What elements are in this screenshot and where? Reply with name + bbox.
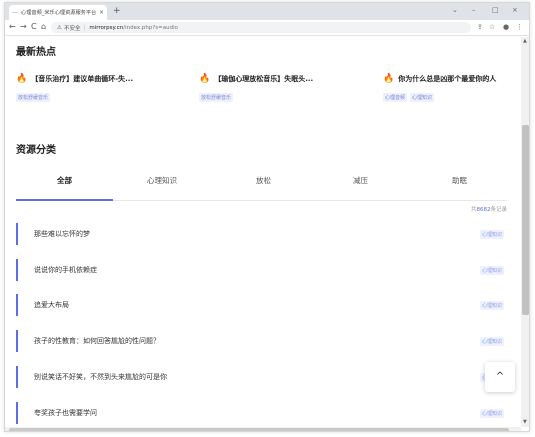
flame-icon: 🔥 xyxy=(199,74,211,84)
list-item-title[interactable]: 那些难以忘怀的梦 xyxy=(34,229,90,239)
hot-item-title[interactable]: 【音乐治疗】建议单曲循环-失... xyxy=(31,74,133,84)
list-item[interactable]: 别说笑话不好笑，不然到头来尴尬的可是你 心理知识 xyxy=(16,366,506,388)
list-item-tag[interactable]: 心理知识 xyxy=(479,337,504,346)
profile-icon[interactable]: ● xyxy=(503,23,509,31)
record-count-suffix: 条记录 xyxy=(490,207,507,213)
new-tab-button[interactable]: + xyxy=(113,6,121,16)
share-icon[interactable]: ⇪ xyxy=(477,23,483,31)
list-item-tag[interactable]: 心理知识 xyxy=(479,409,504,418)
list-item[interactable]: 那些难以忘怀的梦 心理知识 xyxy=(16,223,506,245)
list-item-accent xyxy=(16,294,18,316)
tab-stress-relief[interactable]: 减压 xyxy=(353,175,368,186)
scroll-down-arrow-icon[interactable]: ▼ xyxy=(523,419,527,425)
horizontal-scrollbar[interactable] xyxy=(5,427,521,431)
back-button[interactable]: ← xyxy=(9,22,16,32)
list-item-title[interactable]: 追爱大布局 xyxy=(34,300,69,310)
address-toolbar: ← → C ⌂ ⚠ 不安全 | mirrorpsy.cn /index.php?… xyxy=(5,20,529,36)
list-item-title[interactable]: 孩子的性教育：如何回答尴尬的性问题？ xyxy=(34,336,160,346)
tab-relax[interactable]: 放松 xyxy=(256,175,271,186)
browser-window: — 心理音频_米乐心理资源服务平台 × + ⌄ – □ × ← → C ⌂ ⚠ … xyxy=(4,2,530,432)
scroll-up-arrow-icon[interactable]: ▲ xyxy=(523,38,527,44)
back-to-top-button[interactable]: ^ xyxy=(485,362,515,392)
chevron-up-icon: ^ xyxy=(495,371,505,382)
hot-item[interactable]: 🔥 你为什么总是凶那个最爱你的人 心理音频 心理知识 xyxy=(383,74,496,102)
browser-tab[interactable]: — 心理音频_米乐心理资源服务平台 × xyxy=(9,5,107,20)
url-host: mirrorpsy.cn xyxy=(89,24,124,31)
list-item-title[interactable]: 说说你的手机依赖症 xyxy=(34,265,97,275)
maximize-button[interactable]: □ xyxy=(492,6,499,14)
tab-title: 心理音频_米乐心理资源服务平台 xyxy=(21,10,97,16)
list-item-accent xyxy=(16,330,18,352)
horizontal-scrollbar-thumb[interactable] xyxy=(9,428,509,431)
separator: | xyxy=(83,24,86,31)
list-item-tag[interactable]: 心理知识 xyxy=(479,301,504,310)
tab-bar: — 心理音频_米乐心理资源服务平台 × + ⌄ – □ × xyxy=(5,3,529,20)
chevron-down-icon[interactable]: ⌄ xyxy=(452,6,458,14)
record-count: 共8682条记录 xyxy=(471,205,507,213)
hot-item-title[interactable]: 你为什么总是凶那个最爱你的人 xyxy=(398,74,496,84)
scrollbar-thumb[interactable] xyxy=(522,125,529,315)
tab-sleep[interactable]: 助眠 xyxy=(452,175,467,186)
list-item-tag[interactable]: 心理知识 xyxy=(479,230,504,239)
list-item-title[interactable]: 夸奖孩子也需要学问 xyxy=(34,408,97,418)
list-item[interactable]: 说说你的手机依赖症 心理知识 xyxy=(16,259,506,281)
menu-icon[interactable]: ⋮ xyxy=(516,23,523,31)
tab-psych-knowledge[interactable]: 心理知识 xyxy=(147,175,177,186)
list-item-tag[interactable]: 心理知识 xyxy=(479,266,504,275)
list-item-accent xyxy=(16,223,18,245)
hot-item-title[interactable]: 【瑜伽心理放松音乐】失眠头... xyxy=(214,74,313,84)
list-item[interactable]: 追爱大布局 心理知识 xyxy=(16,294,506,316)
forward-button[interactable]: → xyxy=(20,22,27,32)
record-count-number: 8682 xyxy=(476,207,491,213)
flame-icon: 🔥 xyxy=(383,74,395,84)
security-label: 不安全 xyxy=(63,25,81,32)
hot-item[interactable]: 🔥 【瑜伽心理放松音乐】失眠头... 放松舒缓音乐 xyxy=(199,74,313,102)
hot-item-tag[interactable]: 心理音频 xyxy=(383,93,408,102)
hot-section-title: 最新热点 xyxy=(16,47,56,58)
resources-section-title: 资源分类 xyxy=(16,145,56,156)
reload-button[interactable]: C xyxy=(31,22,37,32)
vertical-scrollbar[interactable]: ▲ ▼ xyxy=(521,37,529,427)
favicon-icon: — xyxy=(12,8,18,16)
list-item[interactable]: 夸奖孩子也需要学问 心理知识 xyxy=(16,402,506,424)
not-secure-icon: ⚠ xyxy=(57,24,62,31)
list-item-accent xyxy=(16,366,18,388)
address-bar[interactable]: ⚠ 不安全 | mirrorpsy.cn /index.php?s=audio xyxy=(51,22,471,33)
category-tabs: 全部 心理知识 放松 减压 助眠 xyxy=(16,167,507,201)
list-item-accent xyxy=(16,402,18,424)
tab-all[interactable]: 全部 xyxy=(57,175,72,186)
list-item-accent xyxy=(16,259,18,281)
list-item-title[interactable]: 别说笑话不好笑，不然到头来尴尬的可是你 xyxy=(34,372,167,382)
close-window-button[interactable]: × xyxy=(512,6,518,14)
hot-item-tag[interactable]: 心理知识 xyxy=(410,93,435,102)
list-item[interactable]: 孩子的性教育：如何回答尴尬的性问题？ 心理知识 xyxy=(16,330,506,352)
active-tab-indicator xyxy=(16,199,113,201)
flame-icon: 🔥 xyxy=(16,74,28,84)
url-path: /index.php?s=audio xyxy=(123,24,178,31)
close-tab-icon[interactable]: × xyxy=(99,9,104,16)
hot-item[interactable]: 🔥 【音乐治疗】建议单曲循环-失... 放松舒缓音乐 xyxy=(16,74,133,102)
minimize-button[interactable]: – xyxy=(472,6,476,14)
star-icon[interactable]: ☆ xyxy=(489,23,495,31)
home-button[interactable]: ⌂ xyxy=(41,22,46,32)
page-content: 最新热点 🔥 【音乐治疗】建议单曲循环-失... 放松舒缓音乐 🔥 【瑜伽心理放… xyxy=(5,37,521,427)
hot-item-tag[interactable]: 放松舒缓音乐 xyxy=(199,93,234,102)
hot-item-tag[interactable]: 放松舒缓音乐 xyxy=(16,93,51,102)
